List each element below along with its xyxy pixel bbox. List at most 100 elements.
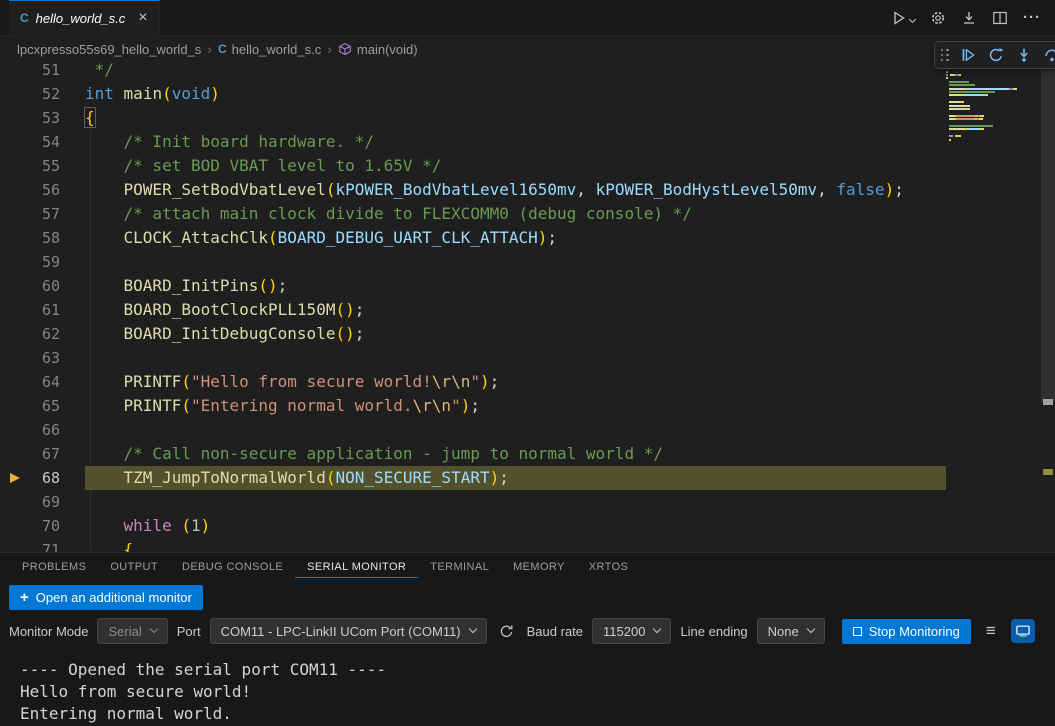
code-text[interactable]: /* attach main clock divide to FLEXCOMM0… — [85, 202, 946, 226]
code-line-56[interactable]: 56 POWER_SetBodVbatLevel(kPOWER_BodVbatL… — [0, 178, 946, 202]
panel-tab-serial-monitor[interactable]: SERIAL MONITOR — [295, 555, 418, 578]
breadcrumb-symbol[interactable]: main(void) — [338, 42, 418, 57]
settings-gear-icon[interactable] — [930, 10, 946, 26]
code-text[interactable]: while (1) — [85, 514, 946, 538]
baud-rate-select[interactable]: 115200 — [592, 618, 671, 644]
step-over-button[interactable] — [1040, 43, 1055, 67]
code-text[interactable] — [85, 418, 946, 442]
minimap[interactable] — [946, 70, 1041, 141]
gutter[interactable]: 57 — [0, 202, 85, 226]
code-line-53[interactable]: 53{ — [0, 106, 946, 130]
code-text[interactable]: PRINTF("Entering normal world.\r\n"); — [85, 394, 946, 418]
gutter[interactable]: 70 — [0, 514, 85, 538]
gutter[interactable]: 53 — [0, 106, 85, 130]
gutter[interactable]: 54 — [0, 130, 85, 154]
gutter[interactable]: 71 — [0, 538, 85, 552]
gutter[interactable]: 62 — [0, 322, 85, 346]
code-text[interactable]: { — [85, 538, 946, 552]
code-line-69[interactable]: 69 — [0, 490, 946, 514]
line-ending-select[interactable]: None — [757, 618, 825, 644]
drag-grip-icon[interactable] — [941, 49, 950, 62]
code-line-67[interactable]: 67 /* Call non-secure application - jump… — [0, 442, 946, 466]
code-line-61[interactable]: 61 BOARD_BootClockPLL150M(); — [0, 298, 946, 322]
run-or-debug-icon[interactable] — [891, 10, 915, 26]
gutter[interactable]: 58 — [0, 226, 85, 250]
code-line-70[interactable]: 70 while (1) — [0, 514, 946, 538]
download-flash-icon[interactable] — [961, 10, 977, 26]
gutter[interactable]: 63 — [0, 346, 85, 370]
code-line-58[interactable]: 58 CLOCK_AttachClk(BOARD_DEBUG_UART_CLK_… — [0, 226, 946, 250]
breadcrumb-project[interactable]: lpcxpresso55s69_hello_world_s — [17, 42, 201, 57]
code-text[interactable]: BOARD_InitPins(); — [85, 274, 946, 298]
restart-button[interactable] — [984, 43, 1008, 67]
panel-tab-output[interactable]: OUTPUT — [98, 555, 170, 578]
stop-monitoring-button[interactable]: Stop Monitoring — [842, 619, 971, 644]
step-into-button[interactable] — [1012, 43, 1036, 67]
code-text[interactable] — [85, 250, 946, 274]
code-line-54[interactable]: 54 /* Init board hardware. */ — [0, 130, 946, 154]
gutter[interactable]: 55 — [0, 154, 85, 178]
code-line-60[interactable]: 60 BOARD_InitPins(); — [0, 274, 946, 298]
panel-tab-terminal[interactable]: TERMINAL — [418, 555, 501, 578]
code-line-62[interactable]: 62 BOARD_InitDebugConsole(); — [0, 322, 946, 346]
code-line-57[interactable]: 57 /* attach main clock divide to FLEXCO… — [0, 202, 946, 226]
gutter[interactable]: 60 — [0, 274, 85, 298]
code-text[interactable]: /* Call non-secure application - jump to… — [85, 442, 946, 466]
code-line-51[interactable]: 51 */ — [0, 62, 946, 82]
code-line-55[interactable]: 55 /* set BOD VBAT level to 1.65V */ — [0, 154, 946, 178]
panel-tab-problems[interactable]: PROBLEMS — [10, 555, 98, 578]
close-icon[interactable]: × — [138, 10, 147, 26]
gutter[interactable]: 66 — [0, 418, 85, 442]
code-text[interactable] — [85, 490, 946, 514]
gutter[interactable]: 69 — [0, 490, 85, 514]
code-text[interactable]: */ — [85, 62, 946, 82]
code-editor[interactable]: 51 */52int main(void)53{54 /* Init board… — [0, 62, 1055, 552]
scrollbar-thumb[interactable] — [1041, 62, 1055, 402]
refresh-ports-icon[interactable] — [496, 620, 518, 642]
clear-output-icon[interactable]: ≡ — [980, 620, 1002, 642]
port-select[interactable]: COM11 - LPC-LinkII UCom Port (COM11) — [210, 618, 487, 644]
code-text[interactable]: { — [85, 106, 946, 130]
serial-monitor-extension-icon[interactable] — [1011, 619, 1035, 643]
gutter[interactable]: 67 — [0, 442, 85, 466]
tab-hello-world-s-c[interactable]: C hello_world_s.c × — [9, 0, 160, 35]
code-text[interactable]: /* Init board hardware. */ — [85, 130, 946, 154]
code-line-65[interactable]: 65 PRINTF("Entering normal world.\r\n"); — [0, 394, 946, 418]
open-additional-monitor-button[interactable]: + Open an additional monitor — [9, 585, 203, 610]
code-text[interactable]: CLOCK_AttachClk(BOARD_DEBUG_UART_CLK_ATT… — [85, 226, 946, 250]
gutter[interactable]: 64 — [0, 370, 85, 394]
gutter[interactable]: 56 — [0, 178, 85, 202]
breadcrumb-file[interactable]: C hello_world_s.c — [218, 42, 321, 57]
monitor-mode-select[interactable]: Serial — [97, 618, 167, 644]
gutter[interactable]: 51 — [0, 62, 85, 82]
code-line-59[interactable]: 59 — [0, 250, 946, 274]
code-line-68[interactable]: 68 TZM_JumpToNormalWorld(NON_SECURE_STAR… — [0, 466, 946, 490]
code-token: " — [451, 396, 461, 415]
code-line-66[interactable]: 66 — [0, 418, 946, 442]
code-text[interactable]: BOARD_InitDebugConsole(); — [85, 322, 946, 346]
panel-tab-memory[interactable]: MEMORY — [501, 555, 577, 578]
editor-scrollbar[interactable] — [1041, 62, 1055, 552]
code-text[interactable]: PRINTF("Hello from secure world!\r\n"); — [85, 370, 946, 394]
more-actions-icon[interactable]: ··· — [1023, 9, 1041, 26]
gutter[interactable]: 52 — [0, 82, 85, 106]
code-line-71[interactable]: 71 { — [0, 538, 946, 552]
code-line-63[interactable]: 63 — [0, 346, 946, 370]
code-text[interactable]: POWER_SetBodVbatLevel(kPOWER_BodVbatLeve… — [85, 178, 946, 202]
gutter[interactable]: 65 — [0, 394, 85, 418]
code-text[interactable] — [85, 346, 946, 370]
gutter[interactable]: 61 — [0, 298, 85, 322]
continue-button[interactable] — [956, 43, 980, 67]
code-text[interactable]: BOARD_BootClockPLL150M(); — [85, 298, 946, 322]
code-text[interactable]: int main(void) — [85, 82, 946, 106]
split-editor-icon[interactable] — [992, 10, 1008, 26]
panel-tab-debug-console[interactable]: DEBUG CONSOLE — [170, 555, 295, 578]
code-text[interactable]: /* set BOD VBAT level to 1.65V */ — [85, 154, 946, 178]
code-text[interactable]: TZM_JumpToNormalWorld(NON_SECURE_START); — [85, 466, 946, 490]
code-line-52[interactable]: 52int main(void) — [0, 82, 946, 106]
panel-tab-xrtos[interactable]: XRTOS — [577, 555, 641, 578]
gutter[interactable]: 68 — [0, 466, 85, 490]
serial-output[interactable]: ---- Opened the serial port COM11 ----He… — [0, 652, 1055, 725]
gutter[interactable]: 59 — [0, 250, 85, 274]
code-line-64[interactable]: 64 PRINTF("Hello from secure world!\r\n"… — [0, 370, 946, 394]
